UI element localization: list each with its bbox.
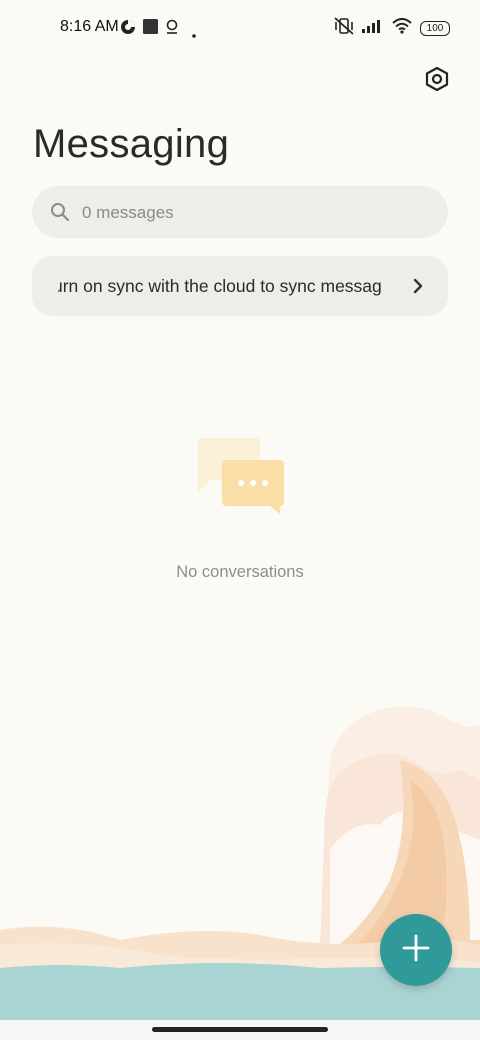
battery-icon: 100 [420,21,450,36]
settings-hexagon-icon [424,66,450,97]
chat-bubbles-icon [196,436,288,523]
pin-icon [165,19,179,40]
plus-icon [402,934,430,967]
search-icon [50,202,70,227]
new-conversation-button[interactable] [380,914,452,986]
search-placeholder: 0 messages [82,203,174,222]
signal-icon [362,18,384,39]
sync-banner-text: urn on sync with the cloud to sync messa… [58,276,382,296]
status-right-icons: 100 [334,17,450,40]
chevron-right-icon [412,277,424,300]
sync-text-clip: urn on sync with the cloud to sync messa… [58,256,424,316]
settings-button[interactable] [422,66,452,96]
wifi-icon [392,18,412,39]
data-saver-icon [120,19,136,40]
dot-icon [192,25,196,43]
page-title: Messaging [33,122,230,166]
stop-square-icon [143,19,158,39]
mute-vibrate-icon [334,17,354,40]
status-bar: 8:16 AM 100 [0,0,480,56]
empty-state-text: No conversations [176,563,304,581]
sync-banner[interactable]: urn on sync with the cloud to sync messa… [32,256,448,316]
home-indicator[interactable] [152,1027,328,1032]
wave-illustration [0,706,480,1020]
search-bar[interactable]: 0 messages [32,186,448,238]
status-time: 8:16 AM [60,18,119,35]
